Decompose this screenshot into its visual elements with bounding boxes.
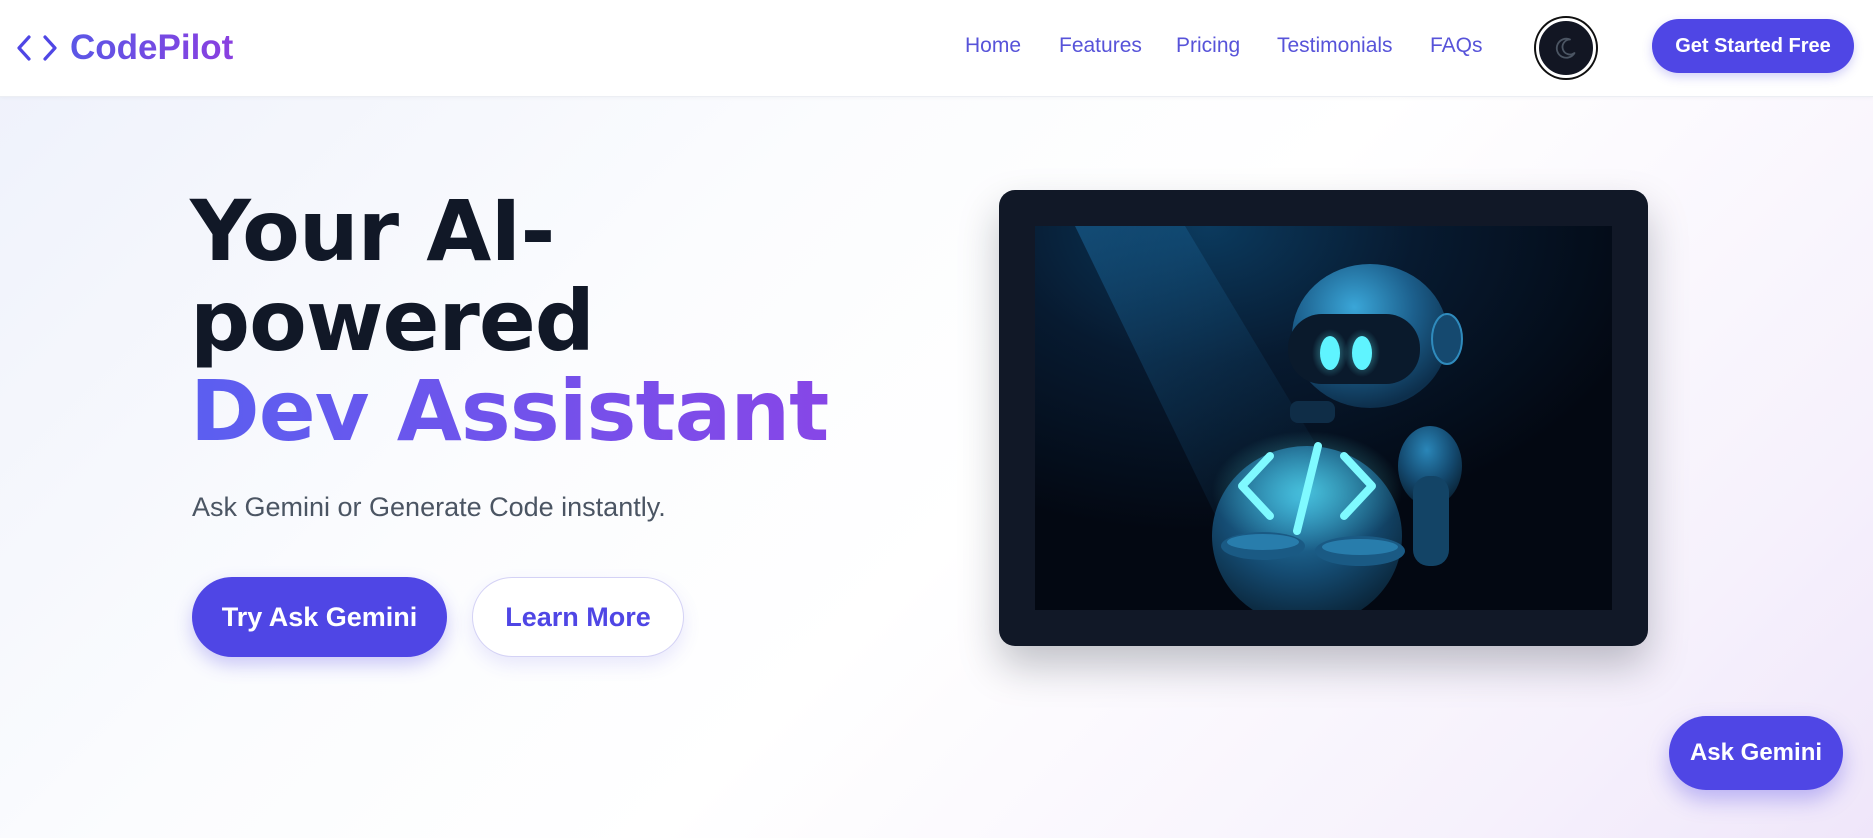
site-header: CodePilot Home Features Pricing Testimon… xyxy=(0,0,1873,97)
nav-link-home[interactable]: Home xyxy=(965,34,1021,58)
nav-link-testimonials[interactable]: Testimonials xyxy=(1277,34,1393,58)
theme-toggle-button[interactable] xyxy=(1536,18,1596,78)
brand-logo[interactable]: CodePilot xyxy=(16,24,233,72)
robot-illustration-icon xyxy=(1035,226,1612,610)
hero-title-line-1: Your AI- xyxy=(190,182,555,280)
nav-link-pricing[interactable]: Pricing xyxy=(1176,34,1240,58)
page: CodePilot Home Features Pricing Testimon… xyxy=(0,0,1873,838)
moon-icon xyxy=(1555,37,1576,59)
code-brackets-icon xyxy=(17,35,57,61)
hero-image-frame xyxy=(999,190,1648,646)
hero-title-highlight: Dev Assistant xyxy=(190,366,890,456)
hero-subtitle: Ask Gemini or Generate Code instantly. xyxy=(192,492,666,522)
brand-name: CodePilot xyxy=(70,28,234,67)
hero-image xyxy=(1035,226,1612,610)
nav-link-faqs[interactable]: FAQs xyxy=(1430,34,1483,58)
learn-more-button[interactable]: Learn More xyxy=(472,577,684,657)
hero-title: Your AI- powered Dev Assistant xyxy=(190,186,890,456)
nav-link-features[interactable]: Features xyxy=(1059,34,1142,58)
get-started-button[interactable]: Get Started Free xyxy=(1652,19,1854,73)
hero-title-line-2: powered xyxy=(190,272,595,370)
try-ask-gemini-button[interactable]: Try Ask Gemini xyxy=(192,577,447,657)
floating-ask-gemini-button[interactable]: Ask Gemini xyxy=(1669,716,1843,790)
